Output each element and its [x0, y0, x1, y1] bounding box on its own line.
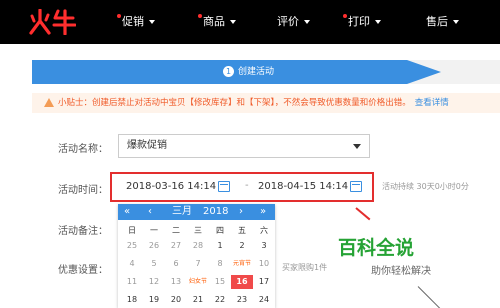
date-cell[interactable]: 25 — [121, 239, 143, 253]
discount-label: 优惠设置： — [58, 265, 108, 276]
weekday-label: 三 — [194, 226, 202, 235]
date-cell[interactable]: 6 — [165, 257, 187, 271]
calendar-icon[interactable] — [350, 181, 362, 192]
weekday-label: 六 — [260, 226, 268, 235]
step-bar: 1 创建活动 — [32, 60, 500, 84]
date-cell[interactable]: 10 — [253, 257, 275, 271]
date-cell[interactable]: 12 — [143, 275, 165, 289]
warning-icon — [44, 98, 54, 107]
duration-text: 活动持续 30天0小时0分 — [382, 182, 469, 191]
top-nav: 促销 商品 评价 打印 售后 — [0, 0, 500, 44]
chevron-down-icon — [149, 20, 155, 24]
nav-item-label: 打印 — [348, 15, 370, 28]
logo — [29, 9, 76, 35]
activity-name-value: 爆款促销 — [127, 140, 167, 151]
chevron-down-icon — [453, 20, 459, 24]
date-cell[interactable]: 28 — [187, 239, 209, 253]
date-cell[interactable]: 21 — [187, 293, 209, 307]
month-select[interactable]: 三月 — [172, 204, 192, 220]
nav-item-aftersale[interactable]: 售后 — [426, 0, 459, 44]
date-cell[interactable]: 19 — [143, 293, 165, 307]
nav-dot — [117, 14, 121, 18]
year-select[interactable]: 2018 — [203, 204, 228, 220]
remark-label: 活动备注： — [58, 226, 108, 237]
nav-item-review[interactable]: 评价 — [277, 0, 310, 44]
date-cell[interactable]: 5 — [143, 257, 165, 271]
date-cell[interactable]: 27 — [165, 239, 187, 253]
nav-item-label: 促销 — [122, 15, 144, 28]
chevron-down-icon — [353, 144, 361, 149]
nav-item-label: 商品 — [203, 15, 225, 28]
chevron-down-icon — [375, 20, 381, 24]
nav-item-promotion[interactable]: 促销 — [117, 0, 155, 44]
next-month-button[interactable]: › — [239, 204, 243, 220]
weekday-label: 日 — [128, 226, 136, 235]
step-label: 1 创建活动 — [223, 60, 274, 84]
date-cell[interactable]: 7 — [187, 257, 209, 271]
nav-item-goods[interactable]: 商品 — [198, 0, 236, 44]
tip-banner: 小贴士：创建后禁止对活动中宝贝【修改库存】和【下架】，不然会导致优惠数量和价格出… — [32, 93, 500, 113]
start-date-value: 2018-03-16 14:14 — [126, 181, 217, 192]
date-cell[interactable]: 24 — [253, 293, 275, 307]
nav-dot — [343, 14, 347, 18]
decorative-line — [417, 286, 453, 308]
end-date-input[interactable]: 2018-04-15 14:14 — [250, 176, 368, 198]
date-cell[interactable]: 11 — [121, 275, 143, 289]
date-cell[interactable]: 20 — [165, 293, 187, 307]
activity-name-select[interactable]: 爆款促销 — [118, 134, 370, 158]
step-active — [32, 60, 407, 84]
prev-month-button[interactable]: ‹ — [148, 204, 152, 220]
date-cell[interactable]: 15 — [209, 275, 231, 289]
weekday-label: 四 — [216, 226, 224, 235]
date-cell[interactable]: 妇女节 — [187, 275, 209, 289]
date-cell[interactable]: 17 — [253, 275, 275, 289]
weekday-label: 二 — [172, 226, 180, 235]
time-label: 活动时间： — [58, 185, 108, 196]
watermark-subtitle: 助你轻松解决 — [371, 266, 431, 277]
date-cell[interactable]: 1 — [209, 239, 231, 253]
date-cell-selected[interactable]: 16 — [231, 275, 253, 289]
next-year-button[interactable]: » — [260, 204, 266, 220]
nav-item-label: 评价 — [277, 15, 299, 28]
weekday-label: 五 — [238, 226, 246, 235]
page: 促销 商品 评价 打印 售后 1 创建活动 小贴士：创建后禁止对活动中宝贝【修改库… — [0, 0, 500, 308]
date-cell[interactable]: 18 — [121, 293, 143, 307]
date-picker: « ‹ 三月 2018 › » 日一二三四五六 25 26 27 28 1 2 3 4 5 6 7 8 元… — [118, 204, 275, 308]
date-cell[interactable]: 4 — [121, 257, 143, 271]
date-cell[interactable]: 23 — [231, 293, 253, 307]
step-text: 创建活动 — [238, 67, 275, 77]
tip-detail-link[interactable]: 查看详情 — [415, 98, 449, 108]
tip-text: 小贴士：创建后禁止对活动中宝贝【修改库存】和【下架】，不然会导致优惠数量和价格出… — [58, 98, 411, 108]
watermark-title: 百科全说 — [338, 237, 415, 259]
chevron-down-icon — [304, 20, 310, 24]
date-cell[interactable]: 3 — [253, 239, 275, 253]
annotation-pointer — [355, 207, 371, 221]
chevron-down-icon — [230, 20, 236, 24]
step-number: 1 — [223, 66, 234, 77]
start-date-input[interactable]: 2018-03-16 14:14 — [118, 176, 236, 198]
date-cell[interactable]: 26 — [143, 239, 165, 253]
name-label: 活动名称： — [58, 144, 108, 155]
calendar-icon[interactable] — [218, 181, 230, 192]
weekday-label: 一 — [150, 226, 158, 235]
date-picker-header: « ‹ 三月 2018 › » — [118, 204, 275, 220]
nav-dot — [198, 14, 202, 18]
prev-year-button[interactable]: « — [124, 204, 130, 220]
nav-item-label: 售后 — [426, 15, 448, 28]
step-arrow — [407, 60, 441, 84]
date-cell[interactable]: 13 — [165, 275, 187, 289]
nav-item-print[interactable]: 打印 — [343, 0, 381, 44]
end-date-value: 2018-04-15 14:14 — [258, 181, 349, 192]
limit-text: 买家限购1件 — [282, 263, 328, 272]
date-cell[interactable]: 22 — [209, 293, 231, 307]
date-cell[interactable]: 元宵节 — [231, 257, 253, 271]
date-cell[interactable]: 2 — [231, 239, 253, 253]
tip-text-wrap: 小贴士：创建后禁止对活动中宝贝【修改库存】和【下架】，不然会导致优惠数量和价格出… — [58, 93, 449, 113]
date-cell[interactable]: 8 — [209, 257, 231, 271]
date-separator: - — [245, 180, 249, 191]
